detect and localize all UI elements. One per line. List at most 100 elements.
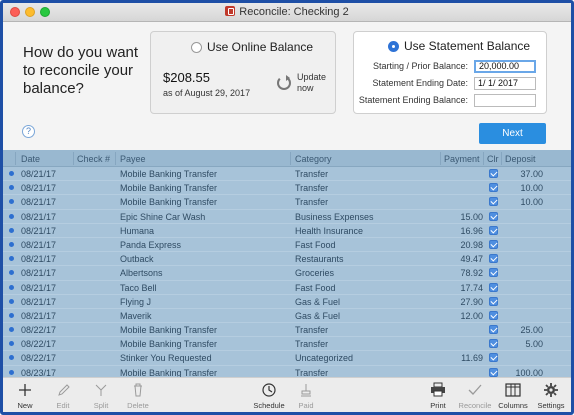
cell-payee: Mobile Banking Transfer xyxy=(120,339,218,350)
table-header: Date Check # Payee Category Payment Clr … xyxy=(3,150,571,167)
settings-button[interactable]: Settings xyxy=(529,382,571,410)
cell-payment: 16.96 xyxy=(460,225,483,236)
cleared-checkbox[interactable] xyxy=(489,211,498,221)
column-deposit[interactable]: Deposit xyxy=(505,154,536,164)
status-dot-icon xyxy=(9,213,14,219)
cleared-checkbox[interactable] xyxy=(489,367,498,377)
cell-category: Transfer xyxy=(295,197,329,208)
starting-balance-input[interactable]: 20,000.00 xyxy=(474,59,536,73)
cell-payment: 17.74 xyxy=(460,282,483,293)
column-payee[interactable]: Payee xyxy=(120,154,146,164)
split-icon xyxy=(92,382,110,398)
cleared-checkbox[interactable] xyxy=(489,353,498,363)
cleared-checkbox[interactable] xyxy=(489,310,498,320)
update-now-link[interactable]: Update now xyxy=(297,72,331,94)
delete-label: Delete xyxy=(127,401,149,410)
cell-category: Uncategorized xyxy=(295,353,354,364)
status-dot-icon xyxy=(9,185,14,191)
statement-balance-option[interactable]: Use Statement Balance Starting / Prior B… xyxy=(353,31,547,114)
table-row[interactable]: 08/23/17 Mobile Banking Transfer Transfer 1… xyxy=(3,366,571,377)
column-payment[interactable]: Payment xyxy=(444,154,480,164)
column-category[interactable]: Category xyxy=(295,154,332,164)
help-button[interactable]: ? xyxy=(22,125,35,138)
cell-payment: 20.98 xyxy=(460,239,483,250)
status-dot-icon xyxy=(9,327,14,333)
cell-date: 08/21/17 xyxy=(21,169,57,179)
cleared-checkbox[interactable] xyxy=(489,239,498,249)
cleared-checkbox[interactable] xyxy=(489,169,498,178)
cleared-checkbox[interactable] xyxy=(489,325,498,335)
online-balance-radio[interactable] xyxy=(191,42,202,53)
window-title: Reconcile: Checking 2 xyxy=(239,6,349,18)
new-label: New xyxy=(17,401,33,410)
cell-payee: Panda Express xyxy=(120,239,182,250)
ending-date-label: Statement Ending Date: xyxy=(372,78,468,88)
table-row[interactable]: 08/21/17 Mobile Banking Transfer Transfer 3… xyxy=(3,167,571,182)
column-date[interactable]: Date xyxy=(21,154,40,164)
cell-date: 08/22/17 xyxy=(21,353,57,364)
cell-date: 08/21/17 xyxy=(21,268,57,279)
table-row[interactable]: 08/21/17 Maverik Gas & Fuel 12.00 xyxy=(3,309,571,324)
pencil-icon xyxy=(54,382,72,398)
app-icon xyxy=(225,6,236,16)
cell-date: 08/21/17 xyxy=(21,310,57,321)
status-dot-icon xyxy=(9,355,14,361)
paid-button[interactable]: Paid xyxy=(284,382,328,410)
cell-deposit: 5.00 xyxy=(525,339,543,350)
table-row[interactable]: 08/21/17 Flying J Gas & Fuel 27.90 xyxy=(3,295,571,309)
cleared-checkbox[interactable] xyxy=(489,296,498,306)
table-row[interactable]: 08/21/17 Taco Bell Fast Food 17.74 xyxy=(3,281,571,295)
column-check[interactable]: Check # xyxy=(77,154,110,164)
delete-button[interactable]: Delete xyxy=(116,382,160,410)
cell-payment: 15.00 xyxy=(460,211,483,222)
online-balance-option[interactable]: Use Online Balance $208.55 as of August … xyxy=(150,31,336,114)
cell-payee: Epic Shine Car Wash xyxy=(120,211,206,222)
plus-icon xyxy=(16,382,34,398)
reconcile-question: How do you want to reconcile your balanc… xyxy=(23,44,139,97)
table-row[interactable]: 08/22/17 Mobile Banking Transfer Transfer 2… xyxy=(3,323,571,338)
cell-category: Gas & Fuel xyxy=(295,310,341,321)
status-dot-icon xyxy=(9,227,14,233)
cell-payment: 27.90 xyxy=(460,296,483,307)
cell-date: 08/22/17 xyxy=(21,339,57,350)
table-row[interactable]: 08/21/17 Panda Express Fast Food 20.98 xyxy=(3,238,571,253)
cell-date: 08/21/17 xyxy=(21,254,57,265)
table-row[interactable]: 08/21/17 Humana Health Insurance 16.96 xyxy=(3,224,571,238)
cleared-checkbox[interactable] xyxy=(489,225,498,235)
cell-payee: Mobile Banking Transfer xyxy=(120,325,218,336)
cell-category: Transfer xyxy=(295,367,329,377)
cell-category: Health Insurance xyxy=(295,225,364,236)
table-row[interactable]: 08/21/17 Mobile Banking Transfer Transfer 1… xyxy=(3,195,571,210)
cleared-checkbox[interactable] xyxy=(489,339,498,349)
statement-balance-radio[interactable] xyxy=(388,41,399,52)
print-label: Print xyxy=(430,401,446,410)
starting-balance-row: Starting / Prior Balance: 20,000.00 xyxy=(373,59,536,73)
cell-date: 08/21/17 xyxy=(21,211,57,222)
cell-category: Transfer xyxy=(295,169,329,179)
table-row[interactable]: 08/21/17 Mobile Banking Transfer Transfer 1… xyxy=(3,181,571,196)
cell-payment: 12.00 xyxy=(460,310,483,321)
cleared-checkbox[interactable] xyxy=(489,183,498,193)
next-button[interactable]: Next xyxy=(479,123,546,144)
ending-balance-input[interactable] xyxy=(474,93,536,107)
table-row[interactable]: 08/21/17 Albertsons Groceries 78.92 xyxy=(3,266,571,281)
cell-date: 08/21/17 xyxy=(21,296,57,307)
cell-payment: 11.69 xyxy=(461,353,483,364)
table-row[interactable]: 08/22/17 Mobile Banking Transfer Transfer 5… xyxy=(3,337,571,352)
cleared-checkbox[interactable] xyxy=(489,254,498,264)
table-row[interactable]: 08/21/17 Outback Restaurants 49.47 xyxy=(3,252,571,267)
cell-date: 08/22/17 xyxy=(21,325,57,336)
table-row[interactable]: 08/22/17 Stinker You Requested Uncategoriz… xyxy=(3,351,571,366)
cleared-checkbox[interactable] xyxy=(489,197,498,207)
refresh-icon[interactable] xyxy=(277,75,291,90)
columns-icon xyxy=(504,382,522,398)
cell-category: Fast Food xyxy=(295,239,336,250)
cell-category: Transfer xyxy=(295,339,329,350)
cleared-checkbox[interactable] xyxy=(489,268,498,278)
status-dot-icon xyxy=(9,270,14,276)
ending-date-input[interactable]: 1/ 1/ 2017 xyxy=(474,76,536,90)
cleared-checkbox[interactable] xyxy=(489,282,498,292)
table-row[interactable]: 08/21/17 Epic Shine Car Wash Business Expe… xyxy=(3,210,571,224)
cell-category: Restaurants xyxy=(295,254,344,265)
column-clr[interactable]: Clr xyxy=(487,154,499,164)
